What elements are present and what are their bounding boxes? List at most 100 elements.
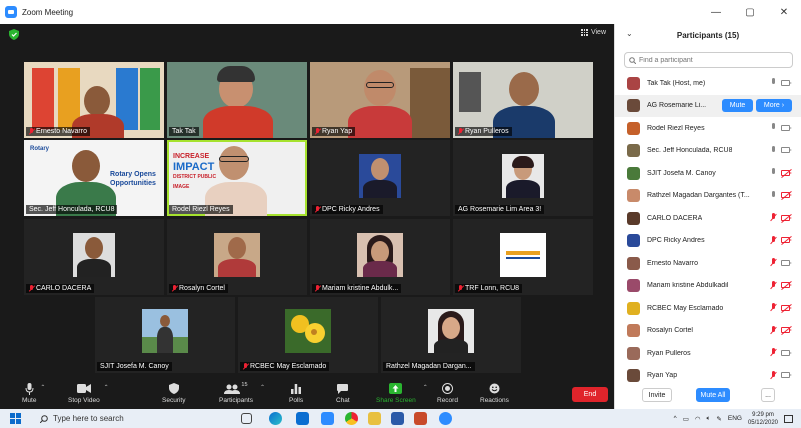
- video-off-icon: [781, 192, 792, 198]
- chevron-down-icon[interactable]: ⌄: [626, 29, 633, 38]
- participant-name: RCBEC May Esclamado: [647, 304, 724, 312]
- tile-name: CARLO DACERA: [36, 285, 92, 292]
- zoom-taskbar-icon[interactable]: [321, 412, 334, 425]
- video-tile[interactable]: DPC Ricky Andres: [310, 140, 450, 216]
- notifications-icon[interactable]: [784, 414, 793, 423]
- participant-row[interactable]: Rodel Riezl Reyes: [615, 117, 801, 140]
- security-button[interactable]: Security: [162, 382, 185, 404]
- participant-row[interactable]: RCBEC May Esclamado: [615, 297, 801, 320]
- chevron-up-icon[interactable]: ^: [674, 415, 677, 422]
- share-screen-button[interactable]: Share Screen ⌃: [376, 382, 428, 404]
- participant-row[interactable]: AG Rosemarie Li... Mute More ›: [615, 94, 801, 117]
- video-tile[interactable]: Rotary Rotary Opens Opportunities Sec. J…: [24, 140, 164, 216]
- volume-icon[interactable]: 🔈︎: [707, 415, 711, 423]
- video-tile[interactable]: Rathzel Magadan Dargan...: [381, 297, 521, 373]
- tile-name: TRF Lonn, RCU8: [465, 285, 520, 292]
- video-off-icon: [781, 169, 792, 176]
- avatar: [627, 99, 640, 113]
- maximize-button[interactable]: ▢: [733, 0, 767, 24]
- video-tile[interactable]: Mariam kristine Abdulk...: [310, 219, 450, 295]
- minimize-button[interactable]: —: [699, 0, 733, 24]
- participant-search-input[interactable]: [639, 56, 779, 64]
- mail-icon[interactable]: [296, 412, 309, 425]
- wifi-icon[interactable]: ◠: [695, 415, 701, 423]
- view-button[interactable]: View: [580, 29, 606, 36]
- taskbar-search[interactable]: Type here to search: [34, 411, 229, 426]
- video-tile[interactable]: TRF Lonn, RCU8: [453, 219, 593, 295]
- participant-row[interactable]: CARLO DACERA: [615, 207, 801, 230]
- caret-up-icon[interactable]: ⌃: [423, 384, 428, 391]
- title-bar: Zoom Meeting — ▢ ✕: [0, 0, 801, 24]
- chrome-icon[interactable]: [345, 412, 358, 425]
- participant-row[interactable]: Ryan Pulleros: [615, 342, 801, 365]
- file-explorer-icon[interactable]: [368, 412, 381, 425]
- slide-line: DISTRICT PUBLIC: [173, 174, 217, 180]
- participant-name: AG Rosemarie Li...: [647, 102, 707, 110]
- close-button[interactable]: ✕: [767, 0, 801, 24]
- avatar: [627, 189, 640, 203]
- video-tile[interactable]: Ryan Yap: [310, 62, 450, 138]
- participant-search[interactable]: [624, 52, 793, 68]
- participant-row[interactable]: DPC Ricky Andres: [615, 230, 801, 253]
- system-tray: ^ ▭ ◠ 🔈︎ ✎ ENG 9:29 pm 05/12/2020: [674, 409, 801, 428]
- participants-button[interactable]: 15 Participants ⌃: [219, 382, 265, 404]
- record-button[interactable]: Record: [437, 382, 458, 404]
- edge-browser-icon[interactable]: [269, 412, 282, 425]
- end-meeting-button[interactable]: End: [572, 387, 608, 402]
- muted-mic-icon: [315, 206, 320, 213]
- video-off-icon: [781, 237, 792, 243]
- clock[interactable]: 9:29 pm 05/12/2020: [748, 411, 778, 427]
- invite-button[interactable]: Invite: [642, 388, 672, 402]
- more-options-button[interactable]: ...: [761, 388, 775, 402]
- participant-row[interactable]: Tak Tak (Host, me): [615, 72, 801, 95]
- video-tile[interactable]: Ryan Pulleros: [453, 62, 593, 138]
- caret-up-icon[interactable]: ⌃: [40, 384, 45, 391]
- video-tile[interactable]: Tak Tak: [167, 62, 307, 138]
- polls-button[interactable]: Polls: [289, 382, 303, 404]
- chat-button[interactable]: Chat: [336, 382, 350, 404]
- language-indicator[interactable]: ENG: [728, 415, 742, 422]
- avatar: [627, 121, 640, 135]
- tile-name: Rosalyn Cortel: [179, 285, 225, 292]
- participant-row[interactable]: Mariam kristine Abdulkadil: [615, 275, 801, 298]
- caret-up-icon[interactable]: ⌃: [104, 384, 109, 391]
- participant-row[interactable]: Rosalyn Cortel: [615, 320, 801, 343]
- muted-mic-icon: [315, 285, 320, 292]
- mute-button[interactable]: Mute ⌃: [22, 382, 45, 404]
- caret-up-icon[interactable]: ⌃: [260, 384, 265, 391]
- panel-footer: Invite Mute All ...: [615, 387, 801, 403]
- task-view-icon[interactable]: [241, 413, 252, 424]
- tile-name: Tak Tak: [172, 128, 196, 135]
- battery-icon[interactable]: ▭: [683, 415, 689, 423]
- powerpoint-icon[interactable]: [414, 412, 427, 425]
- participant-row[interactable]: Rathzel Magadan Dargantes (T...: [615, 185, 801, 208]
- participant-row[interactable]: Ernesto Navarro: [615, 252, 801, 275]
- stop-video-button[interactable]: Stop Video ⌃: [68, 382, 109, 404]
- word-icon[interactable]: [391, 412, 404, 425]
- mute-all-button[interactable]: Mute All: [696, 388, 730, 402]
- reactions-button[interactable]: Reactions: [480, 382, 509, 404]
- participant-mute-button[interactable]: Mute: [722, 98, 753, 112]
- video-tile[interactable]: Rosalyn Cortel: [167, 219, 307, 295]
- participant-more-button[interactable]: More ›: [756, 98, 792, 112]
- participant-row[interactable]: Sec. Jeff Honculada, RCU8: [615, 140, 801, 163]
- video-tile[interactable]: SJIT Josefa M. Canoy: [95, 297, 235, 373]
- participant-row[interactable]: Ryan Yap: [615, 365, 801, 388]
- video-tile[interactable]: RCBEC May Esclamado: [238, 297, 378, 373]
- tile-name: Mariam kristine Abdulk...: [322, 285, 399, 292]
- participant-name: Rosalyn Cortel: [647, 327, 693, 335]
- video-tile[interactable]: CARLO DACERA: [24, 219, 164, 295]
- video-tile[interactable]: AG Rosemarie Lim Area 3!: [453, 140, 593, 216]
- stop-video-label: Stop Video: [68, 397, 100, 404]
- video-off-icon: [781, 282, 792, 288]
- pen-icon[interactable]: ✎: [716, 415, 721, 423]
- participant-row[interactable]: SJIT Josefa M. Canoy: [615, 162, 801, 185]
- zoom-app-taskbar-icon[interactable]: [439, 412, 452, 425]
- video-tile-active-speaker[interactable]: INCREASE IMPACT DISTRICT PUBLIC IMAGE Ro…: [167, 140, 307, 216]
- search-icon: [40, 414, 48, 423]
- video-tile[interactable]: Ernesto Navarro: [24, 62, 164, 138]
- avatar: [627, 166, 640, 180]
- windows-start-icon[interactable]: [10, 413, 21, 424]
- video-camera-icon: [781, 124, 792, 131]
- chat-bubble-icon: [337, 383, 349, 394]
